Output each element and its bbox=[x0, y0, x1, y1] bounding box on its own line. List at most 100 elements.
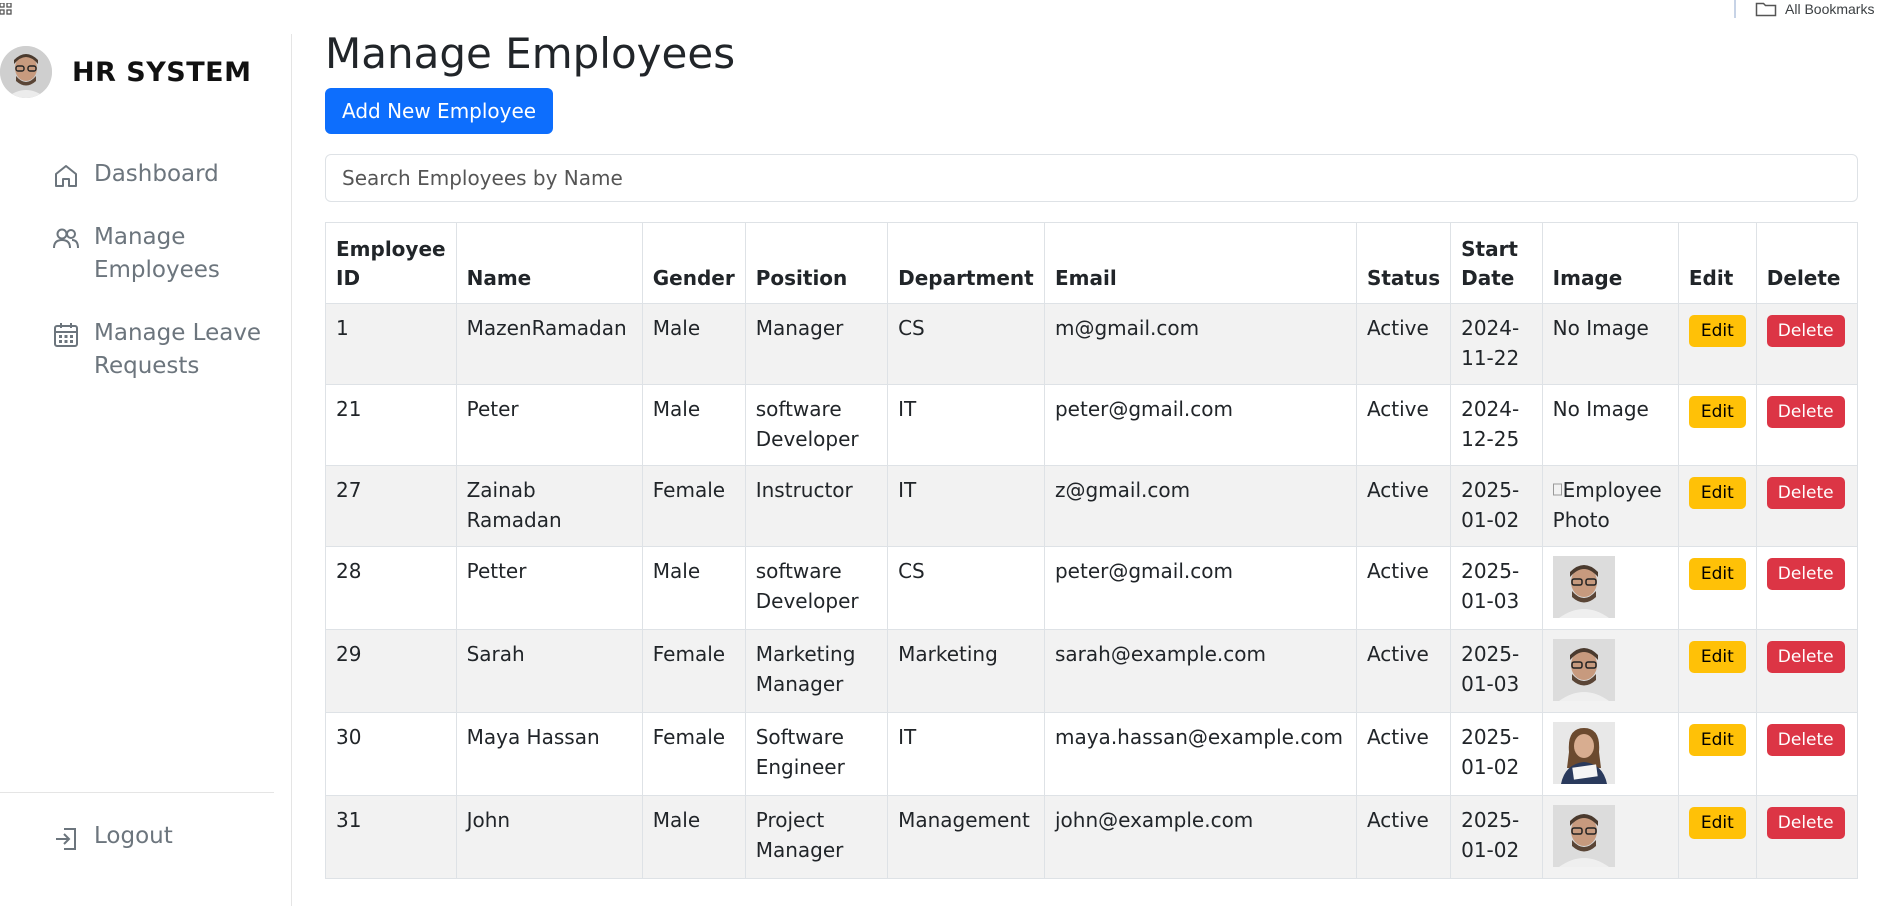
cell-status: Active bbox=[1355, 384, 1452, 466]
cell-delete: Delete bbox=[1755, 384, 1859, 466]
cell-status: Active bbox=[1355, 546, 1452, 630]
cell-start-date: 2025-01-02 bbox=[1450, 795, 1543, 879]
cell-status: Active bbox=[1355, 629, 1452, 713]
table-row: 28 Petter Male software Developer CS pet… bbox=[325, 546, 1859, 630]
column-header-gender[interactable]: Gender bbox=[641, 222, 746, 304]
cell-position: Marketing Manager bbox=[744, 629, 889, 713]
column-header-employee-id[interactable]: Employee ID bbox=[325, 222, 457, 304]
cell-image: Employee Photo bbox=[1541, 465, 1679, 547]
sidebar: HR SYSTEM Dashboard Manage Employees Man… bbox=[0, 34, 292, 906]
cell-name: Maya Hassan bbox=[455, 712, 643, 796]
apps-grid-icon[interactable] bbox=[0, 2, 12, 16]
cell-name: Sarah bbox=[455, 629, 643, 713]
all-bookmarks-label: All Bookmarks bbox=[1785, 1, 1875, 17]
cell-name: Zainab Ramadan bbox=[455, 465, 643, 547]
home-icon bbox=[52, 162, 80, 190]
column-header-department[interactable]: Department bbox=[887, 222, 1045, 304]
employee-photo bbox=[1552, 639, 1615, 701]
cell-edit: Edit bbox=[1677, 303, 1757, 385]
cell-gender: Female bbox=[641, 465, 746, 547]
column-header-email[interactable]: Email bbox=[1043, 222, 1357, 304]
column-header-start-date[interactable]: Start Date bbox=[1450, 222, 1543, 304]
brand[interactable]: HR SYSTEM bbox=[0, 46, 251, 98]
cell-image bbox=[1541, 712, 1679, 796]
sidebar-item-label: Manage Leave Requests bbox=[94, 320, 262, 379]
cell-name: MazenRamadan bbox=[455, 303, 643, 385]
cell-position: software Developer bbox=[744, 384, 889, 466]
bookmarks-bar: All Bookmarks bbox=[0, 0, 1892, 20]
cell-email: peter@gmail.com bbox=[1043, 546, 1357, 630]
add-new-employee-button[interactable]: Add New Employee bbox=[325, 88, 554, 134]
cell-status: Active bbox=[1355, 465, 1452, 547]
delete-button[interactable]: Delete bbox=[1766, 641, 1845, 673]
cell-status: Active bbox=[1355, 303, 1452, 385]
cell-image bbox=[1541, 546, 1679, 630]
sidebar-item-manage-employees[interactable]: Manage Employees bbox=[52, 221, 282, 287]
calendar-icon bbox=[52, 321, 80, 349]
delete-button[interactable]: Delete bbox=[1766, 315, 1845, 347]
delete-button[interactable]: Delete bbox=[1766, 477, 1845, 509]
cell-delete: Delete bbox=[1755, 303, 1859, 385]
delete-button[interactable]: Delete bbox=[1766, 724, 1845, 756]
cell-start-date: 2025-01-02 bbox=[1450, 465, 1543, 547]
bookmarks-divider bbox=[1734, 0, 1736, 18]
sidebar-item-manage-leave-requests[interactable]: Manage Leave Requests bbox=[52, 317, 282, 383]
cell-gender: Male bbox=[641, 384, 746, 466]
cell-start-date: 2024-11-22 bbox=[1450, 303, 1543, 385]
image-alt-text: Employee Photo bbox=[1552, 478, 1662, 532]
logout-label: Logout bbox=[94, 823, 173, 849]
cell-position: Software Engineer bbox=[744, 712, 889, 796]
cell-edit: Edit bbox=[1677, 712, 1757, 796]
cell-employee-id: 31 bbox=[325, 795, 457, 879]
edit-button[interactable]: Edit bbox=[1688, 396, 1746, 428]
cell-employee-id: 21 bbox=[325, 384, 457, 466]
cell-delete: Delete bbox=[1755, 629, 1859, 713]
column-header-edit: Edit bbox=[1677, 222, 1757, 304]
edit-button[interactable]: Edit bbox=[1688, 477, 1746, 509]
cell-image: No Image bbox=[1541, 384, 1679, 466]
cell-department: IT bbox=[887, 384, 1045, 466]
avatar bbox=[0, 46, 52, 98]
table-body: 1 MazenRamadan Male Manager CS m@gmail.c… bbox=[325, 303, 1859, 879]
cell-department: IT bbox=[887, 465, 1045, 547]
edit-button[interactable]: Edit bbox=[1688, 558, 1746, 590]
cell-position: Instructor bbox=[744, 465, 889, 547]
employee-photo bbox=[1552, 805, 1615, 867]
sidebar-item-dashboard[interactable]: Dashboard bbox=[52, 158, 282, 191]
cell-name: Petter bbox=[455, 546, 643, 630]
column-header-delete: Delete bbox=[1755, 222, 1859, 304]
column-header-position[interactable]: Position bbox=[744, 222, 889, 304]
cell-position: software Developer bbox=[744, 546, 889, 630]
cell-email: peter@gmail.com bbox=[1043, 384, 1357, 466]
edit-button[interactable]: Edit bbox=[1688, 807, 1746, 839]
cell-department: IT bbox=[887, 712, 1045, 796]
sidebar-item-label: Manage Employees bbox=[94, 224, 220, 283]
table-header: Employee ID Name Gender Position Departm… bbox=[325, 222, 1859, 304]
column-header-image: Image bbox=[1541, 222, 1679, 304]
column-header-status[interactable]: Status bbox=[1355, 222, 1452, 304]
table-row: 30 Maya Hassan Female Software Engineer … bbox=[325, 712, 1859, 796]
cell-edit: Edit bbox=[1677, 465, 1757, 547]
cell-image: No Image bbox=[1541, 303, 1679, 385]
cell-delete: Delete bbox=[1755, 465, 1859, 547]
edit-button[interactable]: Edit bbox=[1688, 641, 1746, 673]
sidebar-nav: Dashboard Manage Employees Manage Leave … bbox=[52, 158, 282, 413]
delete-button[interactable]: Delete bbox=[1766, 807, 1845, 839]
delete-button[interactable]: Delete bbox=[1766, 558, 1845, 590]
broken-image-icon bbox=[1552, 483, 1563, 497]
column-header-name[interactable]: Name bbox=[455, 222, 643, 304]
cell-delete: Delete bbox=[1755, 546, 1859, 630]
logout-button[interactable]: Logout bbox=[52, 820, 173, 853]
edit-button[interactable]: Edit bbox=[1688, 315, 1746, 347]
search-input[interactable] bbox=[325, 154, 1858, 202]
edit-button[interactable]: Edit bbox=[1688, 724, 1746, 756]
cell-email: maya.hassan@example.com bbox=[1043, 712, 1357, 796]
cell-start-date: 2025-01-02 bbox=[1450, 712, 1543, 796]
cell-status: Active bbox=[1355, 795, 1452, 879]
table-row: 21 Peter Male software Developer IT pete… bbox=[325, 384, 1859, 466]
cell-name: John bbox=[455, 795, 643, 879]
folder-icon bbox=[1755, 1, 1777, 17]
delete-button[interactable]: Delete bbox=[1766, 396, 1845, 428]
all-bookmarks-button[interactable]: All Bookmarks bbox=[1755, 0, 1874, 18]
cell-image bbox=[1541, 629, 1679, 713]
